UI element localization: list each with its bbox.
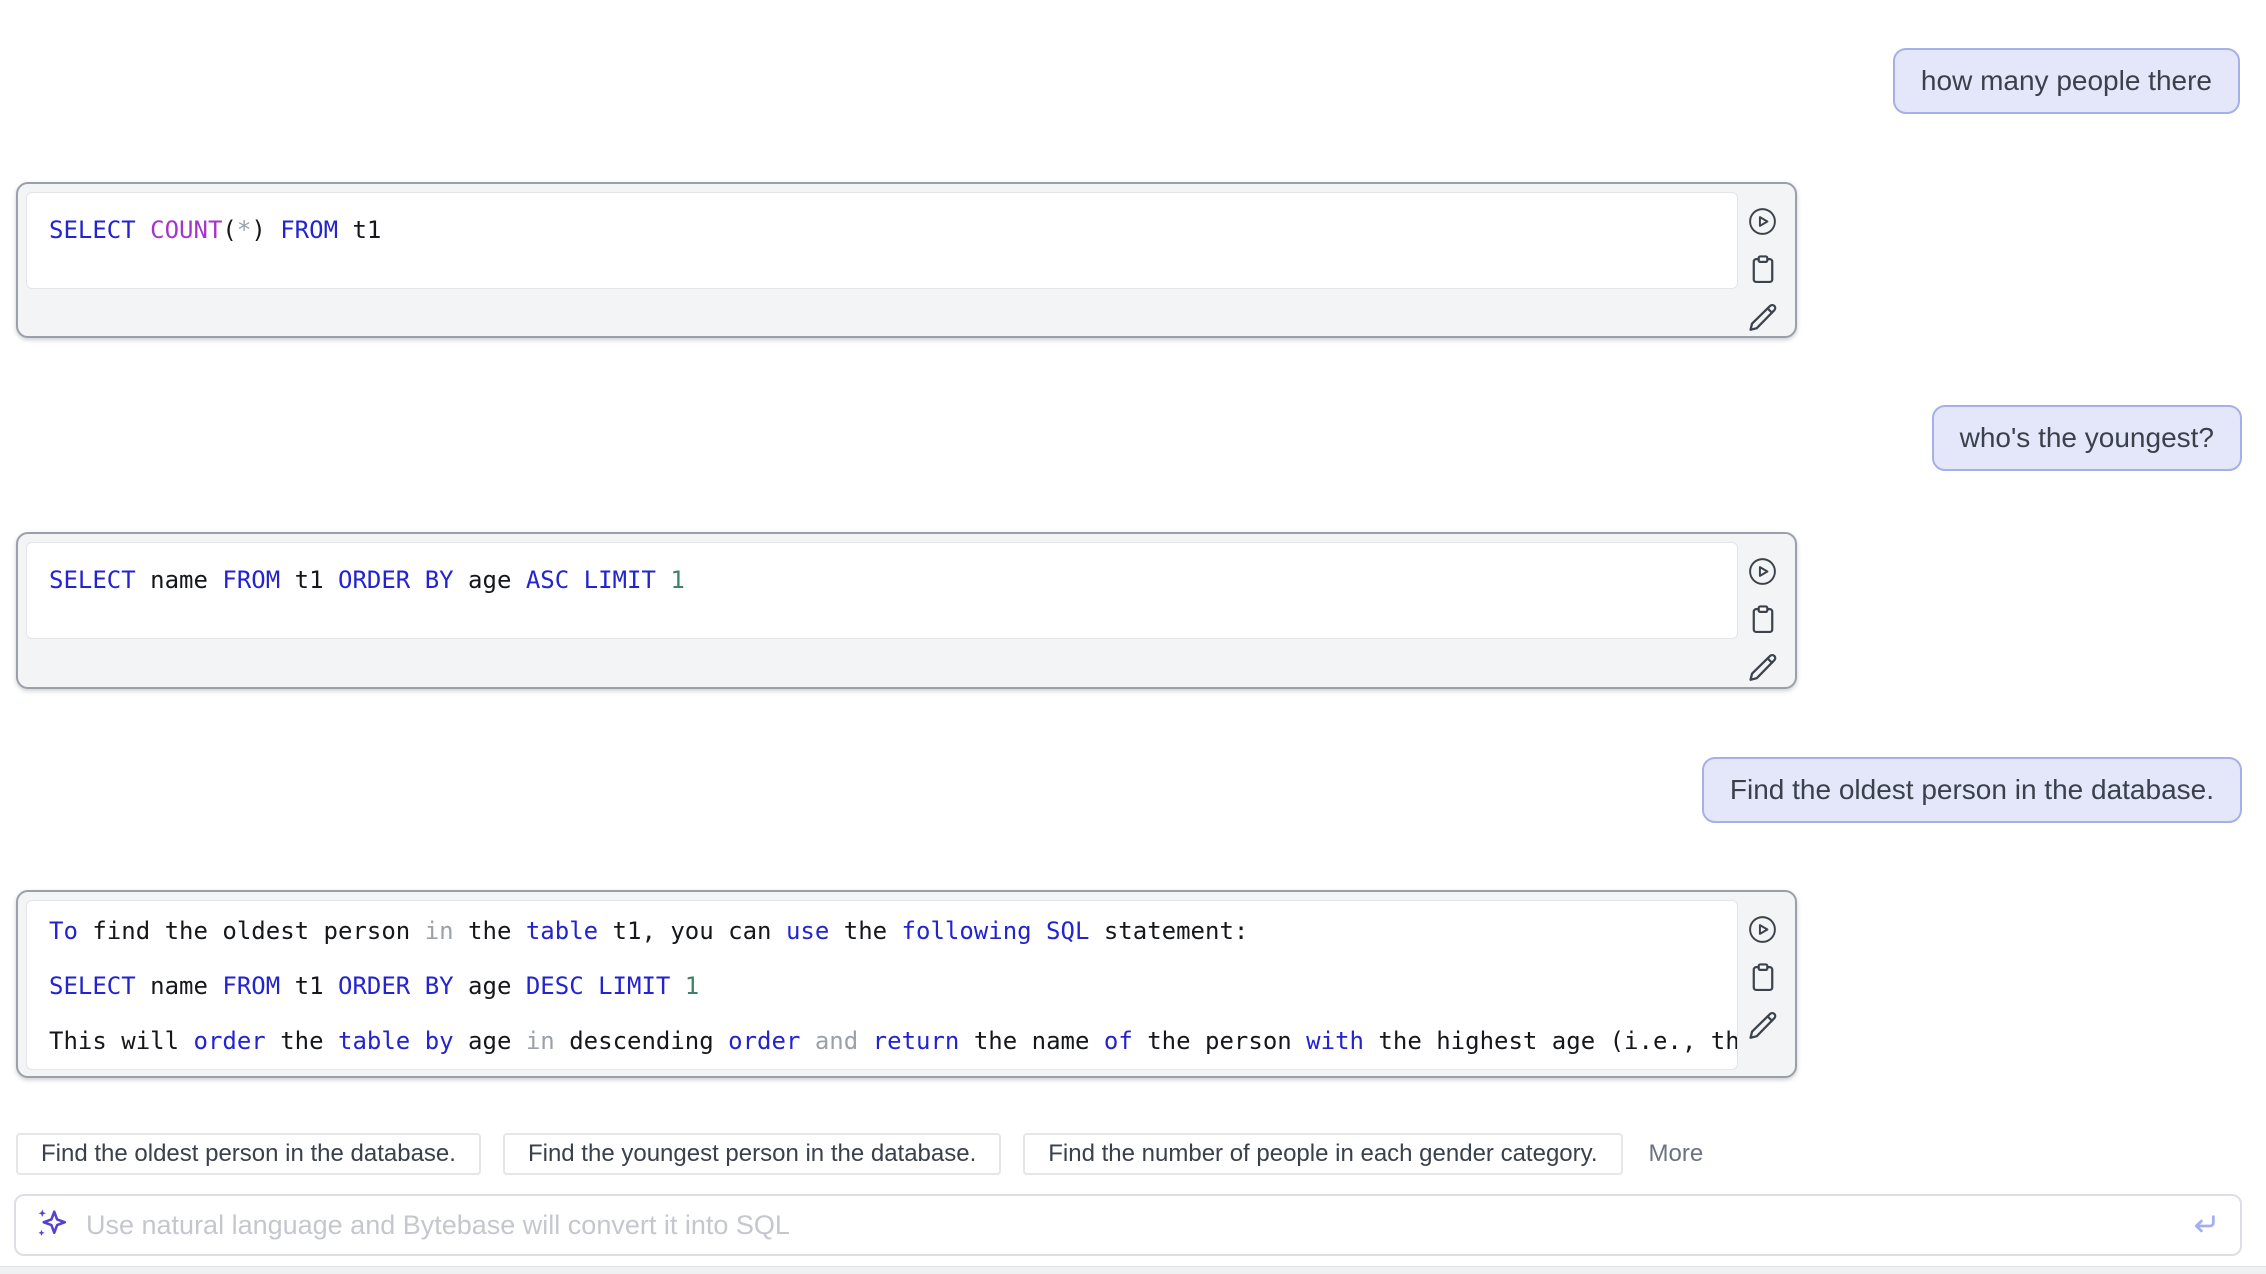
sparkles-icon xyxy=(34,1205,70,1246)
return-icon[interactable] xyxy=(2188,1208,2220,1243)
code-toolbar xyxy=(1738,900,1787,1042)
assistant-sql-block: SELECT name FROM t1 ORDER BY age ASC LIM… xyxy=(16,532,1797,689)
edit-sql-button[interactable] xyxy=(1746,300,1780,334)
copy-sql-button[interactable] xyxy=(1746,252,1780,286)
sql-explanation-text: To find the oldest person in the table t… xyxy=(26,900,1738,1070)
edit-sql-button[interactable] xyxy=(1746,1008,1780,1042)
user-message-bubble: how many people there xyxy=(1893,48,2240,114)
natural-language-input[interactable] xyxy=(84,1209,2188,1242)
sql-code: SELECT name FROM t1 ORDER BY age ASC LIM… xyxy=(26,542,1738,639)
assistant-sql-block: SELECT COUNT(*) FROM t1 xyxy=(16,182,1797,338)
copy-sql-button[interactable] xyxy=(1746,602,1780,636)
code-toolbar xyxy=(1738,192,1787,334)
bytebase-sql-chat-panel: how many people there SELECT COUNT(*) FR… xyxy=(0,0,2266,1274)
user-message-bubble: Find the oldest person in the database. xyxy=(1702,757,2242,823)
bottom-divider xyxy=(0,1266,2266,1274)
suggestion-chips-row: Find the oldest person in the database. … xyxy=(16,1133,1703,1175)
user-message-bubble: who's the youngest? xyxy=(1932,405,2242,471)
more-suggestions-link[interactable]: More xyxy=(1649,1140,1704,1168)
code-toolbar xyxy=(1738,542,1787,684)
suggestion-chip-gender-count[interactable]: Find the number of people in each gender… xyxy=(1023,1133,1622,1175)
run-query-button[interactable] xyxy=(1746,204,1780,238)
run-query-button[interactable] xyxy=(1746,912,1780,946)
copy-sql-button[interactable] xyxy=(1746,960,1780,994)
run-query-button[interactable] xyxy=(1746,554,1780,588)
edit-sql-button[interactable] xyxy=(1746,650,1780,684)
suggestion-chip-oldest[interactable]: Find the oldest person in the database. xyxy=(16,1133,481,1175)
sql-code: SELECT COUNT(*) FROM t1 xyxy=(26,192,1738,289)
assistant-explanation-block: To find the oldest person in the table t… xyxy=(16,890,1797,1078)
nl-to-sql-composer xyxy=(14,1194,2242,1256)
suggestion-chip-youngest[interactable]: Find the youngest person in the database… xyxy=(503,1133,1001,1175)
